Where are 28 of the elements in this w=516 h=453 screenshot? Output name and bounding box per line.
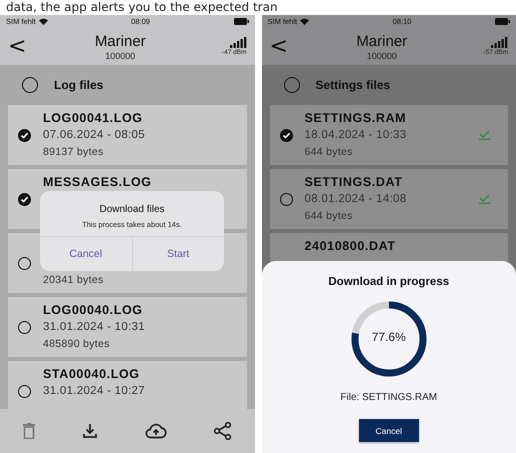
sheet-title: Download in progress [328, 276, 450, 288]
screen-title: Mariner [94, 32, 146, 50]
file-name: MESSAGES.LOG [43, 174, 153, 190]
group-label: Settings files [316, 78, 390, 92]
file-size: 644 bytes [304, 144, 354, 160]
file-date: 18.04.2024 - 10:33 [304, 128, 408, 142]
device-id: 100000 [366, 50, 397, 60]
file-date: 08.01.2024 - 14:08 [304, 192, 408, 206]
screen-title: Mariner [356, 32, 408, 50]
file-name: LOG00041.LOG [43, 110, 144, 126]
file-date: 31.01.2024 - 10:31 [43, 320, 146, 334]
current-file: File: SETTINGS.RAM [340, 392, 438, 403]
file-size: 89137 bytes [43, 144, 105, 160]
file-date: 31.01.2024 - 10:27 [43, 384, 146, 398]
file-name: SETTINGS.DAT [304, 174, 404, 190]
progress-percent: 77.6% [370, 330, 407, 344]
file-size: 485890 bytes [43, 336, 111, 352]
file-size: 20341 bytes [43, 272, 105, 288]
file-size: 644 bytes [304, 208, 354, 224]
file-date: 07.06.2024 - 08:05 [43, 128, 146, 142]
file-name: SETTINGS.RAM [304, 110, 408, 126]
device-id: 100000 [105, 50, 136, 60]
file-name: 24010800.DAT [304, 238, 397, 254]
file-name: LOG00040.LOG [43, 302, 144, 318]
dialog-title: Download files [99, 204, 165, 215]
group-label: Log files [54, 78, 104, 92]
file-name: STA00040.LOG [43, 366, 141, 382]
caption-text: data, the app alerts you to the expected tran [5, 0, 279, 14]
